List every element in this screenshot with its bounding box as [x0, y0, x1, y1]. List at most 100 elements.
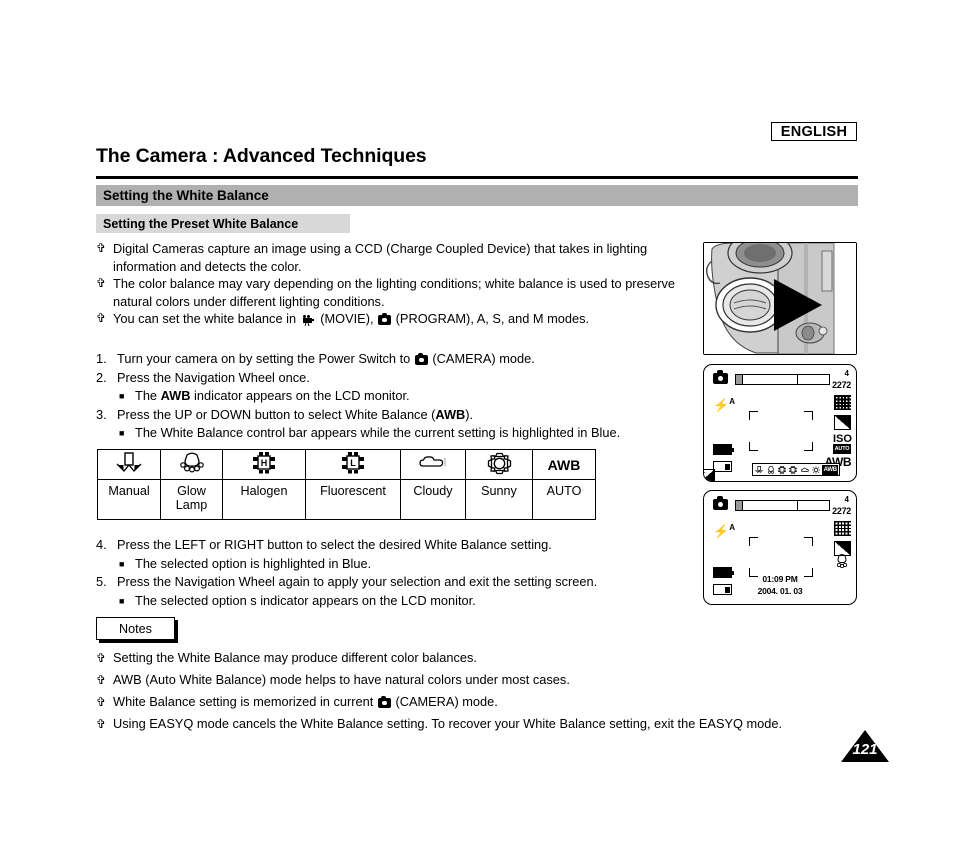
note-3: White Balance setting is memorized in cu… [113, 694, 374, 709]
page-number-text: 121 [852, 741, 878, 758]
wb-bar-halogen[interactable] [777, 465, 787, 475]
mode-progress-bar [735, 374, 830, 385]
wb-label-halogen: Halogen [222, 479, 306, 520]
square-bullet-icon: ■ [119, 391, 125, 401]
camera-body-drawing [704, 243, 856, 354]
wb-label-auto: AUTO [532, 479, 596, 520]
wb-bar-cloudy[interactable] [800, 465, 810, 475]
step-5-text: Press the Navigation Wheel again to appl… [117, 574, 598, 589]
bullet-cross-icon: ✞ [96, 276, 107, 290]
step-4-sub-1: ■ The selected option is highlighted in … [96, 555, 716, 574]
table-row-icons: H L AWB [97, 449, 596, 480]
bullet-cross-icon: ✞ [96, 651, 107, 665]
image-size-grid-icon [834, 521, 851, 536]
step-1-text: Turn your camera on by setting the Power… [117, 351, 411, 366]
lcd-date-display: 2004. 01. 03 [757, 586, 803, 596]
wb-label-glow-lamp: Glow Lamp [160, 479, 223, 520]
wb-label-manual: Manual [97, 479, 161, 520]
note-1: Setting the White Balance may produce di… [113, 650, 477, 665]
intro-bullet-list: ✞ Digital Cameras capture an image using… [96, 240, 684, 328]
wb-cell-halogen-icon: H [222, 449, 306, 480]
step-5-sub-1: ■ The selected option s indicator appear… [96, 592, 716, 611]
step-4: 4. Press the LEFT or RIGHT button to sel… [96, 536, 716, 555]
step-3-number: 3. [96, 406, 107, 422]
step-1: 1. Turn your camera on by setting the Po… [96, 350, 696, 369]
list-item: ✞ AWB (Auto White Balance) mode helps to… [96, 669, 856, 691]
language-badge-label: ENGLISH [780, 123, 848, 140]
white-balance-options-table: H L AWB Manual Glow Lamp Halogen Fluores… [97, 449, 596, 520]
wb-bar-sunny[interactable] [811, 465, 821, 475]
step-4-text: Press the LEFT or RIGHT button to select… [117, 537, 552, 552]
glow-lamp-wb-indicator [834, 554, 850, 574]
memory-card-icon [713, 461, 732, 472]
page-number-marker: 121 [841, 730, 889, 762]
shots-remaining-count: 4 [844, 495, 849, 504]
fluorescent-icon: L [342, 451, 364, 473]
square-bullet-icon: ■ [119, 595, 125, 606]
program-mode-icon [378, 312, 392, 325]
intro-bullet-3-pre: You can set the white balance in [113, 311, 297, 326]
steps-list-bottom: 4. Press the LEFT or RIGHT button to sel… [96, 536, 716, 610]
wb-cell-glow-icon [160, 449, 223, 480]
step-5-number: 5. [96, 574, 107, 589]
mode-progress-bar [735, 500, 830, 511]
cloudy-icon [419, 456, 446, 467]
table-row-labels: Manual Glow Lamp Halogen Fluorescent Clou… [97, 479, 596, 520]
intro-bullet-1: Digital Cameras capture an image using a… [113, 241, 648, 274]
step-5-sub-1-text: The selected option s indicator appears … [135, 592, 476, 608]
focus-brackets [749, 411, 813, 451]
flash-auto-icon: ⚡A [713, 523, 735, 539]
wb-cell-fluorescent-icon: L [305, 449, 401, 480]
note-3-after: (CAMERA) mode. [395, 694, 498, 709]
wb-bar-glow[interactable] [765, 465, 775, 475]
wb-cell-sunny-icon [465, 449, 533, 480]
step-1-text-after: (CAMERA) mode. [432, 351, 535, 366]
battery-icon [713, 444, 735, 455]
list-item: ✞ Digital Cameras capture an image using… [96, 240, 684, 275]
wb-bar-awb-selected[interactable]: AWB [822, 464, 839, 475]
bullet-cross-icon: ✞ [96, 311, 107, 325]
iso-icon: ISO AUTO [833, 433, 852, 454]
shots-remaining-count: 4 [844, 369, 849, 378]
bullet-cross-icon: ✞ [96, 695, 107, 709]
glow-lamp-icon [179, 452, 204, 473]
step-2: 2. Press the Navigation Wheel once. [96, 369, 696, 388]
camera-mode-icon [713, 496, 728, 510]
bullet-cross-icon: ✞ [96, 673, 107, 687]
wb-label-cloudy: Cloudy [400, 479, 466, 520]
notes-title-box: Notes [96, 617, 175, 640]
intro-bullet-3-movie: (MOVIE), [320, 311, 374, 326]
sunny-icon [487, 452, 511, 474]
white-balance-control-bar[interactable]: AWB [752, 463, 840, 476]
image-quality-icon [834, 415, 851, 430]
focus-brackets [749, 537, 813, 577]
wb-cell-cloudy-icon [400, 449, 466, 480]
wb-bar-manual[interactable] [754, 465, 764, 475]
halogen-icon: H [253, 451, 275, 473]
subsection-header-bar: Setting the Preset White Balance [96, 214, 350, 233]
steps-list-top: 1. Turn your camera on by setting the Po… [96, 350, 696, 443]
svg-text:H: H [261, 458, 268, 468]
step-3: 3. Press the UP or DOWN button to select… [96, 406, 696, 425]
list-item: ✞ Using EASYQ mode cancels the White Bal… [96, 713, 856, 735]
camera-mode-icon [377, 695, 391, 708]
section-header-bar: Setting the White Balance [96, 185, 858, 206]
step-2-number: 2. [96, 369, 107, 385]
lcd-monitor-screen-1: 4 2272 ⚡A ISO AUTO AWB + AWB [703, 364, 857, 482]
step-3-sub-1-text: The White Balance control bar appears wh… [135, 425, 621, 440]
lcd-monitor-screen-2: 4 2272 ⚡A 01:09 PM 2004. 01. 03 [703, 490, 857, 605]
svg-text:L: L [350, 458, 356, 468]
note-4: Using EASYQ mode cancels the White Balan… [113, 716, 783, 731]
wb-bar-fluorescent[interactable] [788, 465, 798, 475]
notes-list: ✞ Setting the White Balance may produce … [96, 647, 856, 735]
list-item: ✞ The color balance may vary depending o… [96, 275, 684, 310]
camera-photo-illustration [703, 242, 857, 355]
intro-bullet-2: The color balance may vary depending on … [113, 276, 675, 309]
step-4-number: 4. [96, 537, 107, 552]
wb-cell-manual-icon [97, 449, 161, 480]
wb-label-fluorescent: Fluorescent [305, 479, 401, 520]
note-2: AWB (Auto White Balance) mode helps to h… [113, 672, 570, 687]
step-4-sub-1-text: The selected option is highlighted in Bl… [135, 555, 372, 571]
title-divider [96, 176, 858, 179]
wb-label-sunny: Sunny [465, 479, 533, 520]
